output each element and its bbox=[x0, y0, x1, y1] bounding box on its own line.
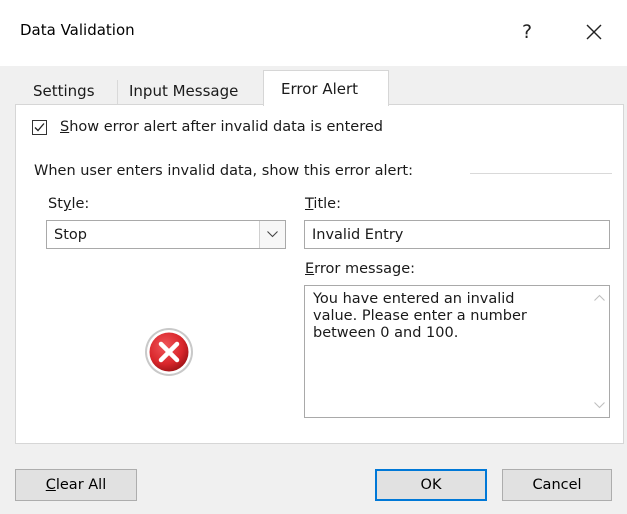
scroll-down-icon[interactable] bbox=[594, 402, 605, 409]
tab-error-alert[interactable]: Error Alert bbox=[263, 70, 389, 106]
error-message-text: You have entered an invalid value. Pleas… bbox=[313, 291, 527, 341]
tab-separator bbox=[117, 80, 118, 104]
error-message-label: Error message: bbox=[305, 261, 416, 277]
tab-input-message[interactable]: Input Message bbox=[119, 78, 261, 104]
help-button[interactable]: ? bbox=[505, 14, 549, 50]
scroll-up-icon[interactable] bbox=[594, 294, 605, 301]
stop-error-icon bbox=[145, 328, 193, 376]
cancel-button[interactable]: Cancel bbox=[502, 469, 612, 501]
chevron-down-icon bbox=[267, 231, 278, 238]
show-error-alert-label[interactable]: Show error alert after invalid data is e… bbox=[60, 119, 383, 135]
clear-all-button[interactable]: Clear All bbox=[15, 469, 137, 501]
close-icon bbox=[586, 24, 602, 40]
show-error-alert-checkbox[interactable] bbox=[32, 120, 47, 135]
title-label: Title: bbox=[305, 196, 341, 212]
title-input[interactable]: Invalid Entry bbox=[304, 220, 610, 249]
title-bar: Data Validation ? bbox=[0, 0, 627, 66]
ok-button[interactable]: OK bbox=[375, 469, 487, 501]
close-button[interactable] bbox=[572, 14, 616, 50]
group-divider bbox=[470, 173, 612, 174]
style-select[interactable]: Stop bbox=[46, 220, 286, 249]
window-title: Data Validation bbox=[20, 21, 135, 39]
style-dropdown-button[interactable] bbox=[259, 221, 285, 248]
data-validation-dialog: Data Validation ? Settings Input Message… bbox=[0, 0, 627, 514]
group-label: When user enters invalid data, show this… bbox=[34, 163, 413, 179]
style-label: Style: bbox=[48, 196, 90, 212]
checkmark-icon bbox=[34, 123, 45, 132]
title-input-value: Invalid Entry bbox=[312, 227, 404, 243]
tab-settings[interactable]: Settings bbox=[23, 78, 113, 104]
error-message-textarea[interactable]: You have entered an invalid value. Pleas… bbox=[304, 285, 610, 418]
style-select-value: Stop bbox=[54, 227, 87, 243]
error-message-scrollbar[interactable] bbox=[587, 286, 609, 417]
